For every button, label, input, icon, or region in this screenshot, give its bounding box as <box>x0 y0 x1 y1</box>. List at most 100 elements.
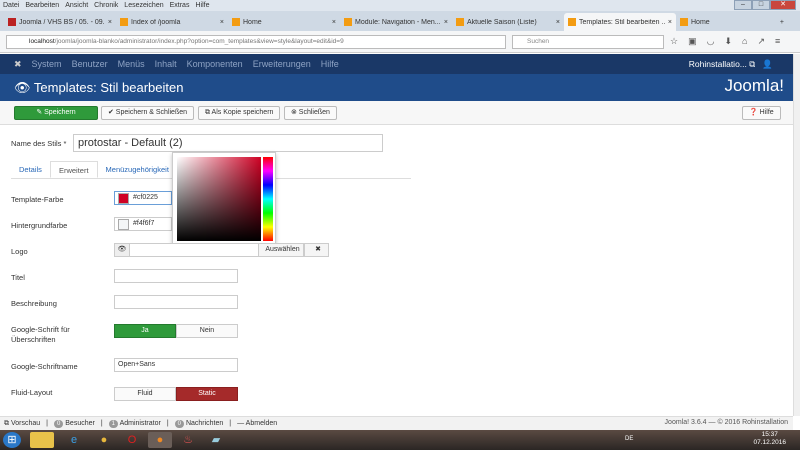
tab[interactable]: Module: Navigation - Men... × <box>340 13 452 31</box>
google-font-name-input[interactable]: Open+Sans <box>114 358 238 372</box>
fluid-option[interactable]: Fluid <box>114 387 176 401</box>
joomla-admin-menu: ✖ System Benutzer Menüs Inhalt Komponent… <box>0 54 793 74</box>
taskbar: ⊞ e ● O ● ♨ ▰ DE <box>0 430 800 450</box>
tab[interactable]: Index of /joomla × <box>116 13 228 31</box>
nav-menus[interactable]: Menüs <box>118 59 145 69</box>
no-option[interactable]: Nein <box>176 324 238 338</box>
menu-lesezeichen[interactable]: Lesezeichen <box>124 0 163 11</box>
nav-hilfe[interactable]: Hilfe <box>321 59 339 69</box>
tab-erweitert[interactable]: Erweitert <box>49 161 98 178</box>
description-input[interactable] <box>114 295 238 309</box>
close-button[interactable]: ⊗ Schließen <box>284 106 337 120</box>
tab[interactable]: Home + <box>676 13 788 31</box>
fluid-layout-label: Fluid-Layout <box>11 388 53 397</box>
google-font-toggle: Ja Nein <box>114 324 238 338</box>
explorer-icon[interactable] <box>30 432 54 448</box>
search-input[interactable]: Suchen <box>512 35 664 49</box>
favicon-icon <box>120 18 128 26</box>
extension-icon[interactable]: ↗ <box>757 36 765 47</box>
url-bar[interactable]: localhost/joomla/joomla-blanko/administr… <box>6 35 506 49</box>
color-swatch[interactable] <box>118 219 129 230</box>
clock[interactable]: 15:37 07.12.2016 <box>753 431 786 447</box>
tab[interactable]: Home × <box>228 13 340 31</box>
menu-chronik[interactable]: Chronik <box>94 0 118 11</box>
joomla-icon <box>456 18 464 26</box>
name-label: Name des Stils * <box>11 139 67 148</box>
bookmark-star-icon[interactable]: ☆ <box>670 36 678 47</box>
style-name-input[interactable]: protostar - Default (2) <box>73 134 383 152</box>
chrome-icon[interactable]: ● <box>92 432 116 448</box>
home-icon[interactable]: ⌂ <box>742 36 747 47</box>
toolbar: ✎ Speichern ✔ Speichern & Schließen ⧉ Al… <box>0 101 793 125</box>
color-swatch[interactable] <box>118 193 129 204</box>
nav-benutzer[interactable]: Benutzer <box>72 59 108 69</box>
administrators[interactable]: 1 Administrator <box>108 417 161 430</box>
nav-erweiterungen[interactable]: Erweiterungen <box>253 59 311 69</box>
page-title: Templates: Stil bearbeiten <box>33 80 184 95</box>
logo-input[interactable] <box>129 243 259 257</box>
close-icon[interactable]: ✕ <box>770 0 796 10</box>
tab-active[interactable]: Templates: Stil bearbeiten ... × <box>564 13 676 31</box>
saturation-area[interactable] <box>177 157 261 241</box>
menu-bearbeiten[interactable]: Bearbeiten <box>25 0 59 11</box>
user-icon[interactable]: 👤 <box>762 59 773 69</box>
menu-datei[interactable]: Datei <box>3 0 19 11</box>
pocket-icon[interactable]: ◡ <box>707 36 715 47</box>
clear-button[interactable]: ✖ <box>304 243 329 257</box>
yes-option[interactable]: Ja <box>114 324 176 338</box>
joomla-icon[interactable]: ✖ <box>14 59 22 70</box>
save-copy-button[interactable]: ⧉ Als Kopie speichern <box>198 106 281 120</box>
hamburger-menu-icon[interactable]: ≡ <box>775 36 780 47</box>
start-button[interactable]: ⊞ <box>3 432 21 448</box>
menu-hilfe[interactable]: Hilfe <box>195 0 209 11</box>
hue-slider[interactable] <box>263 157 273 241</box>
save-close-button[interactable]: ✔ Speichern & Schließen <box>101 106 195 120</box>
menu-extras[interactable]: Extras <box>170 0 190 11</box>
messages[interactable]: 0 Nachrichten <box>174 417 223 430</box>
site-link[interactable]: Rohinstallatio... ⧉ <box>689 59 756 69</box>
google-font-name-label: Google-Schriftname <box>11 362 78 371</box>
joomla-icon <box>568 18 576 26</box>
tab-details[interactable]: Details <box>11 161 50 178</box>
nav-bar: localhost/joomla/joomla-blanko/administr… <box>0 31 800 53</box>
help-button[interactable]: ❓ Hilfe <box>742 106 781 120</box>
opera-icon[interactable]: O <box>120 432 144 448</box>
app-icon[interactable]: ♨ <box>176 432 200 448</box>
download-icon[interactable]: ⬇ <box>724 36 732 47</box>
color-picker[interactable] <box>172 152 276 244</box>
visitors[interactable]: 0 Besucher <box>53 417 95 430</box>
template-color-label: Template-Farbe <box>11 195 64 204</box>
notepad-icon[interactable]: ▰ <box>204 432 228 448</box>
select-button[interactable]: Auswählen <box>258 243 304 257</box>
scrollbar[interactable] <box>793 54 800 416</box>
menu-bar: Datei Bearbeiten Ansicht Chronik Lesezei… <box>0 0 800 11</box>
page-header: 👁 Templates: Stil bearbeiten <box>0 74 793 101</box>
preview-link[interactable]: ⧉ Vorschau <box>4 417 40 430</box>
title-input[interactable] <box>114 269 238 283</box>
nav-komponenten[interactable]: Komponenten <box>187 59 243 69</box>
nav-inhalt[interactable]: Inhalt <box>155 59 177 69</box>
minimize-icon[interactable]: – <box>734 0 752 10</box>
firefox-icon[interactable]: ● <box>148 432 172 448</box>
tab[interactable]: Joomla / VHS BS / 05. - 09.... × <box>4 13 116 31</box>
language-indicator[interactable]: DE <box>625 436 633 442</box>
eye-icon[interactable]: 👁 <box>114 243 130 257</box>
logout-link[interactable]: — Abmelden <box>237 417 277 430</box>
menu-ansicht[interactable]: Ansicht <box>65 0 88 11</box>
maximize-icon[interactable]: □ <box>752 0 770 10</box>
logo-label: Logo <box>11 247 28 256</box>
description-label: Beschreibung <box>11 299 57 308</box>
static-option[interactable]: Static <box>176 387 238 401</box>
joomla-icon <box>680 18 688 26</box>
bg-color-label: Hintergrundfarbe <box>11 221 68 230</box>
tab-menuzugehoerigkeit[interactable]: Menüzugehörigkeit <box>98 161 177 178</box>
save-button[interactable]: ✎ Speichern <box>14 106 98 120</box>
clipboard-icon[interactable]: ▣ <box>688 36 697 47</box>
copyright: Joomla! 3.6.4 — © 2016 Rohinstallation <box>664 419 788 426</box>
nav-system[interactable]: System <box>32 59 62 69</box>
joomla-icon <box>232 18 240 26</box>
ie-icon[interactable]: e <box>62 432 86 448</box>
google-font-label: Google-Schrift für Überschriften <box>11 325 70 344</box>
joomla-logo: Joomla! <box>724 76 784 95</box>
tab[interactable]: Aktuelle Saison (Liste) × <box>452 13 564 31</box>
